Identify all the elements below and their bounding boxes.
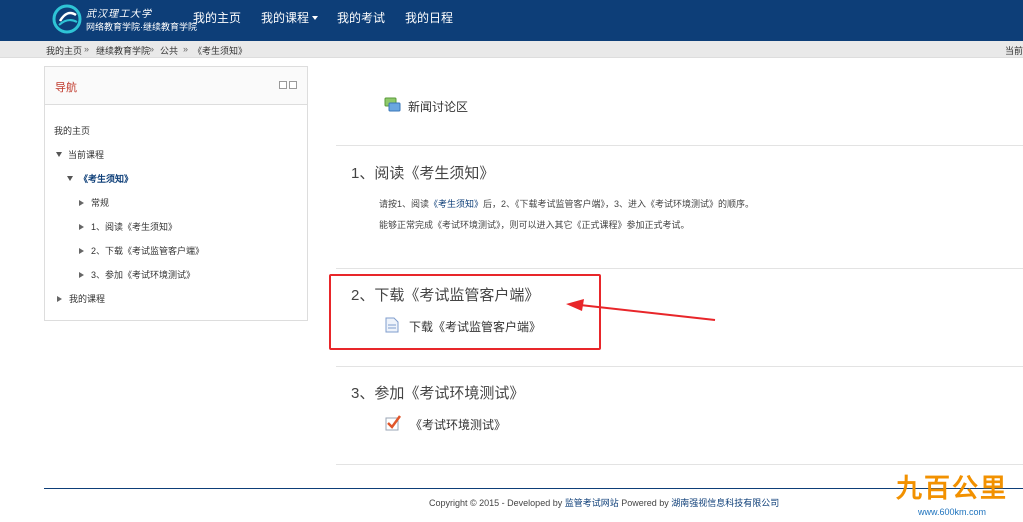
nav-tree-home[interactable]: 我的主页 — [54, 124, 90, 137]
nav-tree-current-courses[interactable]: 当前课程 — [56, 148, 104, 161]
navigation-block-header: 导航 — [45, 67, 307, 105]
nav-tree-my-courses[interactable]: 我的课程 — [57, 292, 105, 305]
nav-tree-section-label: 1、阅读《考生须知》 — [91, 222, 178, 232]
breadcrumb-separator: » — [84, 44, 90, 54]
chevron-down-icon — [312, 16, 319, 20]
nav-my-courses[interactable]: 我的课程 — [261, 0, 319, 41]
nav-tree-course[interactable]: 《考生须知》 — [67, 172, 133, 185]
site-logo[interactable]: 武汉理工大学 网络教育学院·继续教育学院 — [52, 3, 197, 37]
nav-my-exams[interactable]: 我的考试 — [337, 0, 385, 41]
navigation-block-title: 导航 — [55, 82, 77, 94]
nav-tree-section-label: 3、参加《考试环境测试》 — [91, 270, 196, 280]
block-dock-icon[interactable] — [279, 81, 287, 89]
nav-my-home[interactable]: 我的主页 — [193, 0, 241, 41]
section-1-text-line2: 能够正常完成《考试环境测试》，则可以进入其它《正式课程》参加正式考试。 — [379, 220, 690, 230]
nav-tree-current-courses-label: 当前课程 — [68, 150, 105, 160]
nav-tree-section-3[interactable]: 3、参加《考试环境测试》 — [79, 268, 195, 281]
logo-school-name: 网络教育学院·继续教育学院 — [86, 22, 197, 32]
collapsed-arrow-icon — [79, 200, 84, 206]
logo-emblem-icon — [52, 4, 82, 34]
logo-university-name: 武汉理工大学 — [86, 9, 152, 20]
breadcrumb-separator: » — [149, 44, 155, 54]
footer-company-link[interactable]: 湖南强视信息科技有限公司 — [671, 498, 779, 508]
exam-notice-link[interactable]: 《考生须知》 — [429, 199, 483, 209]
navigation-block: 导航 我的主页 当前课程 《考生须知》 常规 1、阅读《考生须知》 2、下载《考… — [44, 66, 308, 321]
news-forum-label: 新闻讨论区 — [408, 100, 469, 114]
watermark-url: www.600km.com — [918, 507, 987, 517]
collapsed-arrow-icon — [79, 248, 84, 254]
footer-powered-by: Powered by — [618, 498, 672, 508]
nav-tree-section-label: 2、下载《考试监管客户端》 — [91, 246, 205, 256]
footer-site-link[interactable]: 监管考试网站 — [565, 498, 619, 508]
section-1-text-line1: 请按1、阅读《考生须知》后，2、《下载考试监管客户端》，3、进入《考试环境测试》… — [379, 197, 754, 210]
section-divider — [336, 366, 1023, 367]
section-divider — [336, 145, 1023, 146]
breadcrumb-separator: » — [183, 44, 189, 54]
section-1-text-b: 后，2、《下载考试监管客户端》，3、进入《考试环境测试》的顺序。 — [483, 199, 755, 209]
breadcrumb: 我的主页 » 继续教育学院 » 公共 » 《考生须知》 当前 — [0, 41, 1023, 58]
section-divider — [336, 464, 1023, 465]
watermark-logo: 九百公里 www.600km.com — [888, 470, 1023, 522]
watermark-text: 九百公里 — [896, 473, 1009, 503]
section-1-title: 1、阅读《考生须知》 — [351, 165, 495, 182]
forum-icon — [384, 97, 401, 112]
nav-tree-section-label: 常规 — [91, 198, 110, 208]
footer: Copyright © 2015 - Developed by 监管考试网站 P… — [429, 496, 779, 509]
environment-test-link[interactable]: 《考试环境测试》 — [410, 416, 506, 433]
nav-my-calendar[interactable]: 我的日程 — [405, 0, 453, 41]
nav-tree-section-general[interactable]: 常规 — [79, 196, 109, 209]
breadcrumb-school[interactable]: 继续教育学院 — [96, 44, 150, 57]
quiz-icon — [385, 415, 402, 431]
nav-tree-section-1[interactable]: 1、阅读《考生须知》 — [79, 220, 177, 233]
section-1-text-a: 请按1、阅读 — [379, 199, 430, 209]
section-3-title: 3、参加《考试环境测试》 — [351, 385, 525, 402]
expanded-arrow-icon — [56, 152, 62, 157]
expanded-arrow-icon — [67, 176, 73, 181]
nav-my-courses-label: 我的课程 — [261, 11, 310, 25]
nav-tree-course-label: 《考生须知》 — [79, 174, 134, 184]
block-collapse-icon[interactable] — [289, 81, 297, 89]
top-navbar: 武汉理工大学 网络教育学院·继续教育学院 我的主页 我的课程 我的考试 我的日程 — [0, 0, 1023, 41]
collapsed-arrow-icon — [79, 224, 84, 230]
footer-copyright: Copyright © 2015 - Developed by — [429, 498, 565, 508]
breadcrumb-public[interactable]: 公共 — [160, 44, 178, 57]
nav-tree-my-courses-label: 我的课程 — [69, 294, 106, 304]
collapsed-arrow-icon — [57, 296, 62, 302]
collapsed-arrow-icon — [79, 272, 84, 278]
annotation-arrow-icon — [566, 299, 716, 321]
breadcrumb-right-text: 当前 — [1004, 46, 1023, 56]
footer-divider — [44, 488, 1023, 489]
section-divider — [336, 268, 1023, 269]
breadcrumb-home[interactable]: 我的主页 — [46, 44, 82, 57]
breadcrumb-course[interactable]: 《考生须知》 — [193, 44, 247, 57]
nav-tree-section-2[interactable]: 2、下载《考试监管客户端》 — [79, 244, 204, 257]
